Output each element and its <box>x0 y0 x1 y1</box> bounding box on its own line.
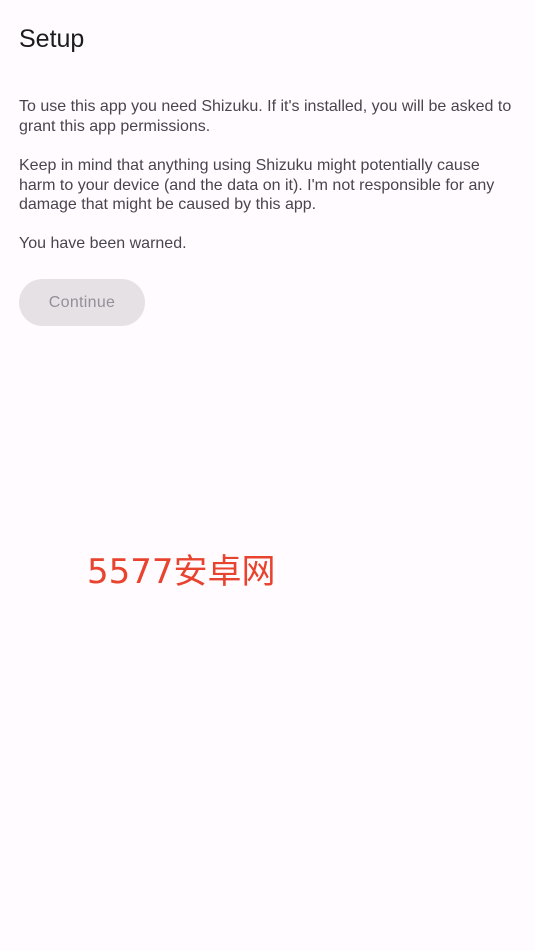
watermark-text: 5577安卓网 <box>87 552 276 592</box>
warning-paragraph: You have been warned. <box>19 235 187 252</box>
disclaimer-paragraph: Keep in mind that anything using Shizuku… <box>19 157 495 213</box>
continue-button[interactable]: Continue <box>19 279 145 326</box>
intro-paragraph: To use this app you need Shizuku. If it'… <box>19 98 512 135</box>
page-title: Setup <box>19 25 85 53</box>
